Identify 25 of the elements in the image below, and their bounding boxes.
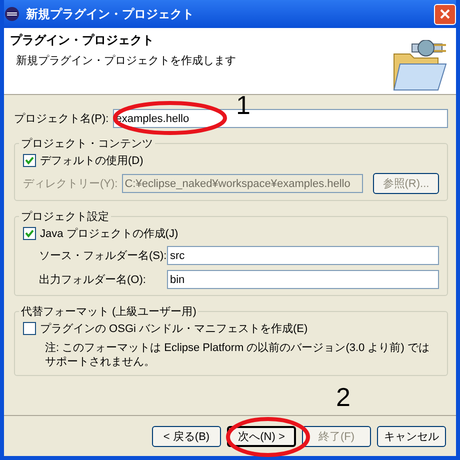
checkbox-label: デフォルトの使用(D) xyxy=(40,154,144,168)
wizard-button[interactable]: キャンセル xyxy=(377,426,446,447)
eclipse-icon xyxy=(4,6,20,22)
checkbox-label: プラグインの OSGi バンドル・マニフェストを作成(E) xyxy=(40,322,308,336)
group-title: 代替フォーマット (上級ユーザー用) xyxy=(20,305,198,319)
group-title: プロジェクト・コンテンツ xyxy=(20,136,154,151)
close-button[interactable] xyxy=(434,4,456,24)
checkbox[interactable] xyxy=(23,227,36,240)
format-note: 注: このフォーマットは Eclipse Platform の以前のバージョン(3.0 より前) ではサポートされません。 xyxy=(44,341,430,369)
checkbox[interactable] xyxy=(23,322,36,335)
group-title: プロジェクト設定 xyxy=(20,210,110,224)
project-name-label: プロジェクト名(P): xyxy=(14,112,109,126)
page-description: 新規プラグイン・プロジェクトを作成します xyxy=(15,54,237,68)
folder-name-field[interactable]: src xyxy=(167,246,439,265)
wizard-button[interactable]: 次へ(N) > xyxy=(227,426,296,447)
step-number: 2 xyxy=(336,384,350,410)
directory-label: ディレクトリー(Y): xyxy=(23,177,118,191)
checkbox[interactable] xyxy=(23,154,36,167)
wizard-button[interactable]: < 戻る(B) xyxy=(152,426,221,447)
folder-name-field[interactable]: bin xyxy=(167,270,439,289)
checkbox-label: Java プロジェクトの作成(J) xyxy=(40,226,178,241)
close-icon xyxy=(439,8,451,20)
window-title: 新規プラグイン・プロジェクト xyxy=(26,6,195,22)
page-title: プラグイン・プロジェクト xyxy=(10,32,155,49)
field-label: 出力フォルダー名(O): xyxy=(39,273,147,287)
